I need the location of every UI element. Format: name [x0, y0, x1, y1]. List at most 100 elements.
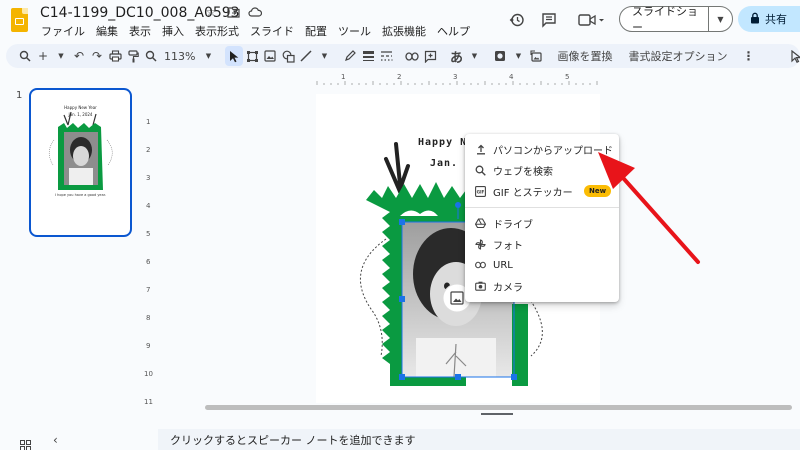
menu-item-photos[interactable]: フォト — [465, 234, 619, 254]
menu-item-label: URL — [493, 259, 513, 271]
splitter-handle[interactable] — [481, 413, 513, 415]
menu-arrange[interactable]: 配置 — [304, 23, 328, 39]
ruler-label: 4 — [146, 202, 151, 210]
crop-select-icon[interactable] — [243, 46, 261, 66]
menu-item-label: カメラ — [493, 282, 523, 294]
image-insert-menu: パソコンからアップロード ウェブを検索 GIF GIF とステッカー New ド… — [465, 134, 619, 302]
select-cursor-icon[interactable] — [225, 46, 244, 66]
menu-view[interactable]: 表示 — [128, 23, 152, 39]
paint-format-icon[interactable] — [124, 46, 142, 66]
line-dash-icon[interactable] — [377, 46, 395, 66]
replace-image-button[interactable]: 画像を置換 — [553, 48, 616, 64]
menu-help[interactable]: ヘルプ — [436, 23, 471, 39]
upload-icon — [475, 144, 486, 155]
slideshow-button[interactable]: スライドショー ▼ — [619, 5, 733, 34]
toolbar: + ▼ ↶ ↷ 113% ▼ ▼ あ ▼ ▼ 画像を置換 書式設定オプション ⋮ — [6, 44, 800, 68]
input-tools-chevron-icon[interactable]: ▼ — [465, 46, 483, 66]
new-slide-icon[interactable]: + — [34, 46, 52, 66]
horizontal-ruler[interactable]: 1 2 3 4 5 — [315, 73, 600, 85]
menu-item-url[interactable]: URL — [465, 255, 619, 275]
add-comment-icon[interactable] — [421, 46, 439, 66]
new-badge: New — [584, 185, 612, 197]
more-options-icon[interactable]: ⋮ — [739, 46, 757, 66]
insert-image-icon[interactable] — [261, 46, 279, 66]
cloud-status-icon[interactable] — [248, 5, 262, 19]
zoom-icon[interactable] — [142, 46, 160, 66]
menu-slide[interactable]: スライド — [249, 23, 295, 39]
menu-item-camera[interactable]: カメラ — [465, 276, 619, 296]
menu-item-label: ドライブ — [493, 219, 533, 231]
shapes-icon[interactable] — [279, 46, 297, 66]
search-menus-icon[interactable] — [16, 46, 34, 66]
share-label: 共有 — [765, 13, 787, 26]
menu-tools[interactable]: ツール — [337, 23, 372, 39]
collapse-filmstrip-icon[interactable]: ‹ — [53, 433, 58, 447]
mask-chevron-icon[interactable]: ▼ — [509, 46, 527, 66]
line-weight-icon[interactable] — [359, 46, 377, 66]
mask-image-icon[interactable] — [491, 46, 509, 66]
move-folder-icon[interactable] — [226, 5, 240, 19]
zoom-chevron-icon[interactable]: ▼ — [199, 46, 217, 66]
ruler-label: 8 — [146, 314, 151, 322]
grid-view-icon[interactable] — [20, 436, 31, 450]
menu-item-label: GIF とステッカー — [493, 187, 573, 199]
slide-number: 1 — [16, 90, 23, 101]
ruler-label: 6 — [146, 258, 151, 266]
search-icon — [475, 165, 486, 176]
menu-edit[interactable]: 編集 — [95, 23, 119, 39]
menu-extensions[interactable]: 拡張機能 — [381, 23, 427, 39]
ruler-label: 10 — [144, 370, 153, 378]
format-options-button[interactable]: 書式設定オプション — [624, 48, 731, 64]
svg-text:GIF: GIF — [477, 189, 485, 194]
ruler-label: 3 — [453, 73, 458, 81]
camera-icon — [475, 281, 486, 292]
menu-item-upload-from-computer[interactable]: パソコンからアップロード — [465, 139, 619, 159]
reset-image-icon[interactable] — [527, 46, 545, 66]
menu-bar: ファイル 編集 表示 挿入 表示形式 スライド 配置 ツール 拡張機能 ヘルプ — [40, 23, 471, 39]
ruler-label: 9 — [146, 342, 151, 350]
link-icon[interactable] — [403, 46, 421, 66]
menu-item-gif-stickers[interactable]: GIF GIF とステッカー New — [465, 181, 619, 201]
menu-item-label: パソコンからアップロード — [493, 145, 613, 157]
drive-icon — [475, 218, 486, 229]
slides-logo-icon[interactable] — [11, 8, 28, 32]
lock-icon — [750, 12, 760, 27]
ruler-ticks — [316, 81, 598, 85]
menu-format[interactable]: 表示形式 — [194, 23, 240, 39]
menu-insert[interactable]: 挿入 — [161, 23, 185, 39]
slideshow-label: スライドショー — [632, 5, 698, 34]
line-chevron-icon[interactable]: ▼ — [315, 46, 333, 66]
share-button[interactable]: 共有 — [738, 6, 800, 32]
redo-icon[interactable]: ↷ — [88, 46, 106, 66]
photos-icon — [475, 238, 486, 250]
ruler-label: 11 — [144, 398, 153, 406]
undo-icon[interactable]: ↶ — [70, 46, 88, 66]
comments-icon[interactable] — [539, 10, 559, 30]
horizontal-scrollbar[interactable] — [205, 405, 792, 410]
ruler-label: 2 — [397, 73, 402, 81]
menu-file[interactable]: ファイル — [40, 23, 86, 39]
speaker-notes[interactable]: クリックするとスピーカー ノートを追加できます — [158, 429, 800, 450]
menu-item-drive[interactable]: ドライブ — [465, 213, 619, 233]
thumbnail-title: Happy New Year — [64, 105, 97, 110]
input-tools-icon[interactable]: あ — [447, 46, 465, 66]
ruler-label: 4 — [509, 73, 514, 81]
new-slide-chevron-icon[interactable]: ▼ — [52, 46, 70, 66]
pen-icon[interactable] — [341, 46, 359, 66]
zoom-level[interactable]: 113% — [160, 50, 199, 63]
menu-item-search-web[interactable]: ウェブを検索 — [465, 160, 619, 180]
title-bar: C14-1199_DC10_008_A0593 ☆ ファイル 編集 表示 挿入 … — [0, 0, 800, 42]
history-icon[interactable] — [507, 10, 527, 30]
vertical-ruler[interactable]: 1 2 3 4 5 6 7 8 9 10 11 — [144, 96, 156, 416]
slide-thumbnail[interactable]: Happy New Year Jan. 1, 2024 I hope you h… — [29, 88, 132, 237]
ruler-label: 5 — [146, 230, 151, 238]
print-icon[interactable] — [106, 46, 124, 66]
menu-item-label: ウェブを検索 — [493, 166, 553, 178]
ruler-label: 7 — [146, 286, 151, 294]
star-icon[interactable]: ☆ — [204, 5, 218, 19]
edit-mode-cursor-icon[interactable] — [787, 46, 800, 66]
thumbnail-date: Jan. 1, 2024 — [68, 112, 93, 117]
meet-icon[interactable] — [575, 10, 609, 30]
chevron-down-icon[interactable]: ▼ — [709, 15, 732, 24]
line-icon[interactable] — [297, 46, 315, 66]
